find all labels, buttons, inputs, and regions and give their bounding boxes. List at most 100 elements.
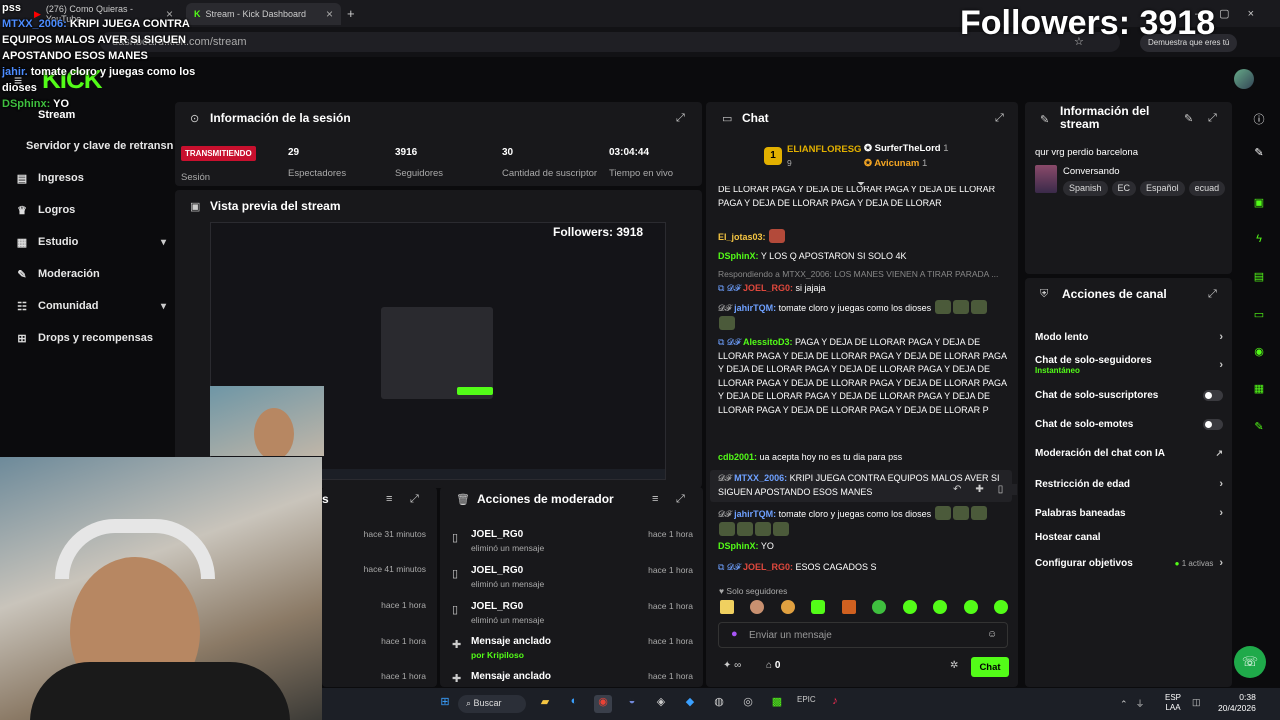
action-age-restriction[interactable]: Restricción de edad › bbox=[1035, 478, 1223, 490]
message-user[interactable]: JOEL_RG0: bbox=[743, 283, 793, 293]
lightning-icon[interactable]: ϟ bbox=[1250, 233, 1268, 251]
filter-icon[interactable]: ≡ bbox=[652, 493, 658, 505]
subs-only-toggle[interactable] bbox=[1203, 390, 1223, 401]
message-user[interactable]: AlessitoD3: bbox=[743, 337, 793, 347]
expand-icon[interactable]: ⤢ bbox=[995, 112, 1004, 125]
emote-button[interactable] bbox=[841, 600, 856, 614]
minecraft-icon[interactable]: ▩ bbox=[768, 695, 786, 713]
message-user[interactable]: MTXX_2006: bbox=[734, 473, 787, 483]
category-name[interactable]: Conversando bbox=[1063, 166, 1120, 177]
support-headset-icon[interactable]: ☏ bbox=[1234, 646, 1266, 678]
info-icon[interactable]: ⓘ bbox=[1250, 111, 1268, 129]
app-icon[interactable]: ◆ bbox=[681, 695, 699, 713]
message-user[interactable]: DSphinX: bbox=[718, 251, 759, 261]
top-gifter-name[interactable]: ELIANFLORESG bbox=[787, 144, 861, 155]
edge-icon[interactable]: ◐ bbox=[565, 695, 583, 713]
emote-button[interactable] bbox=[872, 600, 887, 614]
emote-button[interactable] bbox=[902, 600, 917, 614]
action-followers-only[interactable]: Chat de solo-seguidores Instantáneo › bbox=[1035, 355, 1223, 377]
gifter-name[interactable]: ✪ SurferTheLord 1 bbox=[864, 143, 949, 154]
mic-icon[interactable]: ● bbox=[731, 628, 738, 640]
action-banned-words[interactable]: Palabras baneadas › bbox=[1035, 507, 1223, 519]
reply-icon[interactable]: ↶ bbox=[953, 484, 975, 495]
pin-message-icon[interactable]: ✚ bbox=[975, 484, 997, 495]
message-user[interactable]: El_jotas03: bbox=[718, 232, 766, 242]
tool-icon[interactable]: ✎ bbox=[1250, 420, 1268, 438]
message-user[interactable]: jahirTQM: bbox=[734, 303, 776, 313]
action-emotes-only[interactable]: Chat de solo-emotes bbox=[1035, 419, 1223, 430]
expand-icon[interactable]: ⤢ bbox=[676, 112, 685, 125]
message-user[interactable]: JOEL_RG0: bbox=[743, 562, 793, 572]
panel-title: Chat bbox=[742, 111, 769, 125]
tag[interactable]: Español bbox=[1140, 181, 1185, 196]
tiktok-icon[interactable]: ♪ bbox=[826, 695, 844, 713]
emote-button[interactable] bbox=[811, 600, 826, 614]
event-time: hace 41 minutos bbox=[363, 564, 426, 574]
emote-button[interactable] bbox=[963, 600, 978, 614]
sidebar-item-server-key[interactable]: Servidor y clave de retransn bbox=[26, 135, 176, 157]
list-icon[interactable]: ▤ bbox=[1250, 270, 1268, 288]
points-icon[interactable]: ✦ ∞ bbox=[723, 660, 741, 671]
action-slow-mode[interactable]: Modo lento › bbox=[1035, 331, 1223, 343]
action-ai-moderation[interactable]: Moderación del chat con IA ↗ bbox=[1035, 448, 1223, 459]
message-user[interactable]: jahirTQM: bbox=[734, 509, 776, 519]
gifter-name[interactable]: ✪ Avicunam 1 bbox=[864, 158, 927, 169]
emote-button[interactable] bbox=[780, 600, 795, 614]
broadcast-icon[interactable]: ◉ bbox=[1250, 345, 1268, 363]
pen-icon[interactable]: ✎ bbox=[1250, 146, 1268, 164]
layout-icon[interactable]: ▦ bbox=[1250, 382, 1268, 400]
edit-icon[interactable]: ✎ bbox=[1184, 112, 1193, 125]
message-user[interactable]: DSphinX: bbox=[718, 541, 759, 551]
chat-bubble-icon[interactable]: ▭ bbox=[1250, 308, 1268, 326]
expand-icon[interactable]: ⤢ bbox=[1208, 112, 1217, 125]
emote-bar[interactable] bbox=[719, 600, 1009, 616]
tag[interactable]: EC bbox=[1111, 181, 1137, 196]
message-user[interactable]: cdb2001: bbox=[718, 452, 757, 462]
delete-message-icon[interactable]: ▯ bbox=[998, 484, 1018, 495]
user-avatar[interactable] bbox=[1234, 69, 1254, 89]
app-icon[interactable]: ◈ bbox=[652, 695, 670, 713]
sidebar-item-moderacion[interactable]: ✎ Moderación bbox=[16, 263, 166, 285]
expand-icon[interactable]: ⤢ bbox=[1208, 288, 1217, 301]
taskbar-clock[interactable]: 0:38 20/4/2026 bbox=[1218, 692, 1256, 714]
emoji-icon[interactable]: ☺ bbox=[987, 629, 997, 640]
discord-icon[interactable]: ◒ bbox=[623, 695, 641, 713]
file-explorer-icon[interactable]: ▰ bbox=[536, 695, 554, 713]
gift-icon[interactable]: ⌂ 0 bbox=[766, 660, 780, 671]
emotes-only-toggle[interactable] bbox=[1203, 419, 1223, 430]
filter-icon[interactable]: ≡ bbox=[386, 493, 392, 505]
emote-button[interactable] bbox=[933, 600, 948, 614]
action-goals[interactable]: Configurar objetivos ● 1 activas › bbox=[1035, 557, 1223, 569]
tag[interactable]: ecuad bbox=[1188, 181, 1225, 196]
chrome-icon[interactable]: ◉ bbox=[594, 695, 612, 713]
epic-icon[interactable]: EPIC bbox=[797, 695, 816, 713]
sidebar-item-comunidad[interactable]: ☷ Comunidad ▾ bbox=[16, 295, 166, 317]
sidebar-item-ingresos[interactable]: ▤ Ingresos bbox=[16, 167, 166, 189]
tag[interactable]: Spanish bbox=[1063, 181, 1108, 196]
sidebar-item-estudio[interactable]: ▦ Estudio ▾ bbox=[16, 231, 166, 253]
action-subs-only[interactable]: Chat de solo-suscriptores bbox=[1035, 390, 1223, 401]
windows-start-icon[interactable]: ⊞ bbox=[436, 695, 454, 713]
expand-icon[interactable]: ⤢ bbox=[676, 493, 685, 506]
message-actions[interactable]: ↶✚▯ bbox=[953, 484, 1018, 495]
system-tray-icons[interactable]: ⌃⏚ bbox=[1120, 697, 1153, 710]
language-indicator[interactable]: ESP LAA bbox=[1165, 693, 1181, 713]
action-host-channel[interactable]: Hostear canal bbox=[1035, 532, 1223, 543]
emote-button[interactable] bbox=[720, 600, 734, 614]
chat-input[interactable]: Enviar un mensaje bbox=[718, 622, 1008, 648]
emote-button[interactable] bbox=[750, 600, 765, 614]
steam-icon[interactable]: ◍ bbox=[710, 695, 728, 713]
sidebar-item-drops[interactable]: ⊞ Drops y recompensas bbox=[16, 327, 166, 349]
capture-icon[interactable]: ▣ bbox=[1250, 196, 1268, 214]
send-chat-button[interactable]: Chat bbox=[971, 657, 1009, 677]
sidebar-item-logros[interactable]: ♛ Logros bbox=[16, 199, 166, 221]
app-icon[interactable]: ◎ bbox=[739, 695, 757, 713]
new-tab-icon[interactable]: + bbox=[347, 6, 355, 21]
taskbar-search[interactable]: ⌕ Buscar bbox=[458, 695, 526, 713]
close-tab-icon[interactable]: × bbox=[326, 7, 333, 21]
network-icon[interactable]: ◫ bbox=[1192, 697, 1201, 708]
reply-context[interactable]: Respondiendo a MTXX_2006: LOS MANES VIEN… bbox=[718, 268, 1008, 282]
expand-icon[interactable]: ⤢ bbox=[410, 493, 419, 506]
emote-button[interactable] bbox=[993, 600, 1008, 614]
settings-gear-icon[interactable]: ✲ bbox=[950, 660, 958, 671]
